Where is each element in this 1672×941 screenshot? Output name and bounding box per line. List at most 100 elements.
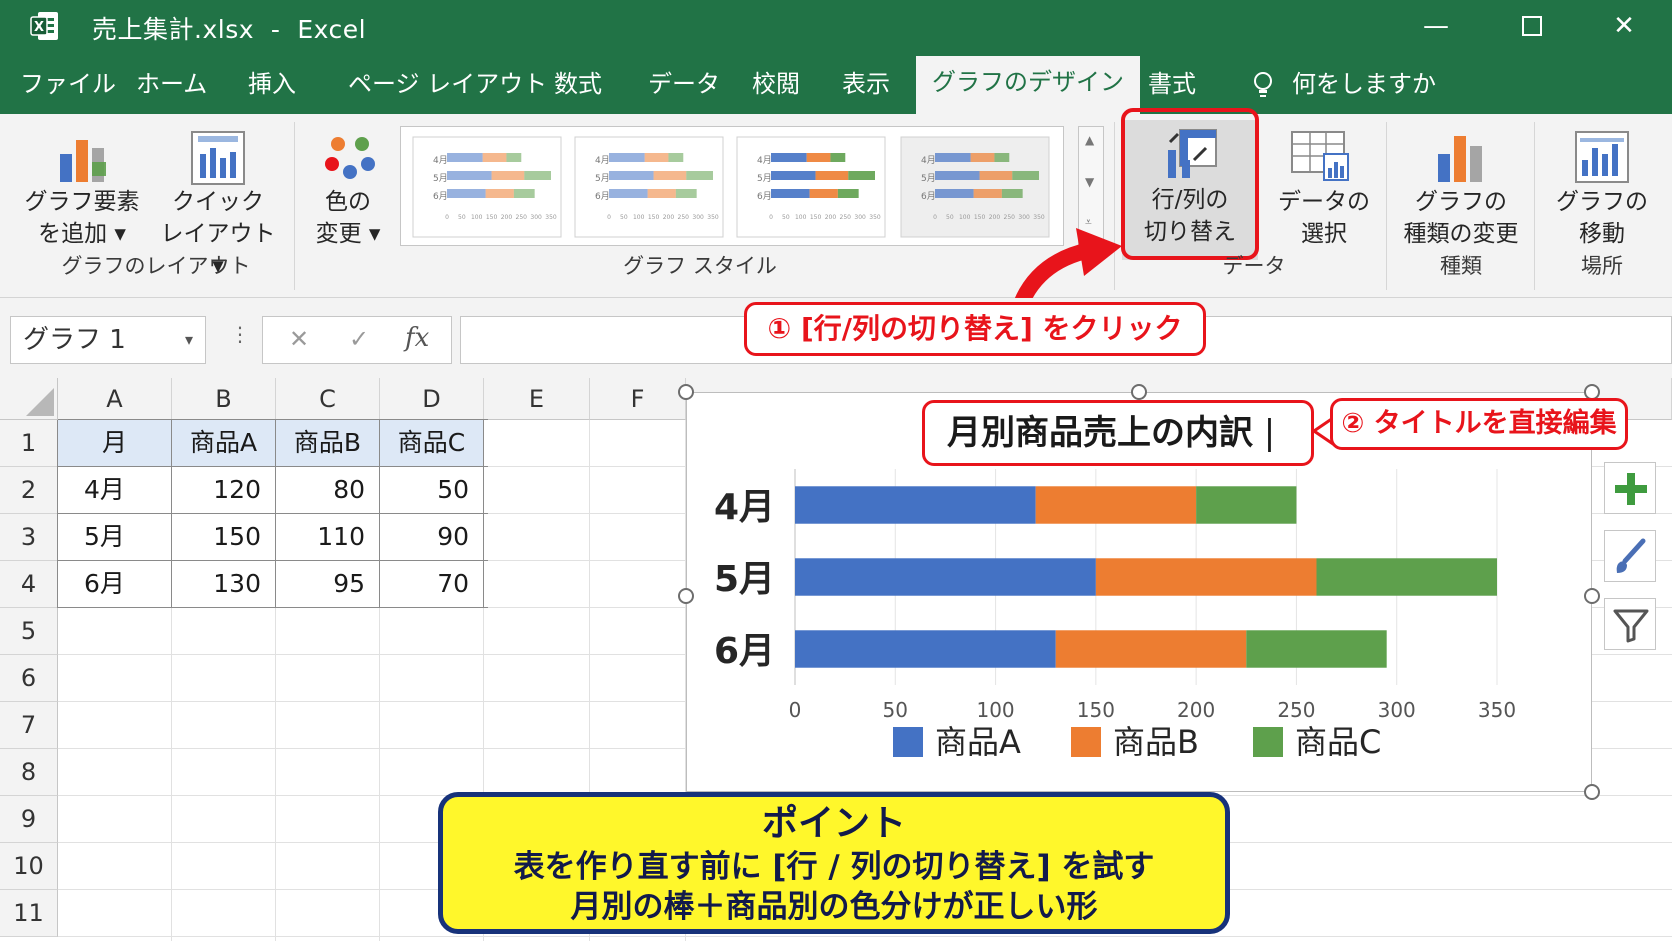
thumb-bar	[771, 189, 810, 198]
maximize-button[interactable]	[1502, 0, 1562, 52]
table-header-cell[interactable]: 商品A	[172, 420, 275, 466]
table-cell[interactable]: 120	[172, 467, 275, 513]
column-header-c[interactable]: C	[276, 378, 380, 420]
row-header-3[interactable]: 3	[0, 514, 58, 561]
resize-handle[interactable]	[1584, 588, 1600, 604]
table-cell[interactable]: 50	[380, 467, 483, 513]
thumb-bar	[1001, 189, 1023, 198]
chart-title-edit-box[interactable]: 月別商品売上の内訳 |	[922, 400, 1314, 466]
chart-filters-button[interactable]	[1604, 598, 1656, 650]
column-header-f[interactable]: F	[590, 378, 686, 420]
x-tick-label: 150	[1077, 698, 1115, 722]
column-header-b[interactable]: B	[172, 378, 276, 420]
select-all-corner[interactable]	[0, 378, 58, 420]
thumb-tick: 150	[810, 214, 822, 221]
x-tick-label: 0	[789, 698, 802, 722]
thumb-bar	[806, 153, 831, 162]
chart-style-thumbnails[interactable]: 4月5月6月0 50 100 150 200 250 300 3504月5月6月0 50 100 1…	[401, 127, 1065, 247]
tab-view[interactable]: 表示	[842, 64, 890, 104]
legend-label: 商品A	[935, 723, 1021, 761]
select-data-label: データの 選択	[1278, 189, 1370, 247]
table-cell[interactable]: 150	[172, 514, 275, 560]
formula-buttons: ✕ ✓ fx	[262, 316, 452, 364]
table-header-cell[interactable]: 月	[58, 420, 171, 466]
thumb-bar	[482, 153, 507, 162]
chart-style-thumbnail	[736, 136, 886, 238]
add-chart-element-button[interactable]: グラフ要素 を追加 ▾	[20, 124, 144, 264]
resize-handle[interactable]	[678, 588, 694, 604]
table-cell[interactable]: 90	[380, 514, 483, 560]
chart-elements-button[interactable]	[1604, 462, 1656, 514]
tab-home[interactable]: ホーム	[136, 64, 207, 104]
resize-handle[interactable]	[1131, 384, 1147, 400]
row-header-7[interactable]: 7	[0, 702, 58, 749]
tab-format[interactable]: 書式	[1148, 64, 1196, 104]
minimize-button[interactable]: —	[1406, 0, 1466, 52]
chart-styles-gallery[interactable]: 4月 5月 6月 0 50 100 150 200 250 300 350 4月 5月 6月 0 50 100 1…	[400, 126, 1064, 246]
name-box[interactable]: グラフ 1 ▾	[10, 316, 206, 364]
tab-data[interactable]: データ	[648, 64, 720, 104]
gallery-more-icon[interactable]: ⩡	[1085, 215, 1092, 230]
table-header-cell[interactable]: 商品B	[276, 420, 379, 466]
column-header-e[interactable]: E	[484, 378, 590, 420]
scroll-down-icon[interactable]: ▼	[1085, 175, 1094, 189]
table-cell[interactable]: 70	[380, 561, 483, 607]
tab-formulas[interactable]: 数式	[554, 64, 602, 104]
select-data-button[interactable]: データの 選択	[1264, 124, 1384, 264]
thumb-bar	[830, 153, 846, 162]
change-chart-type-button[interactable]: グラフの 種類の変更	[1394, 124, 1528, 264]
close-button[interactable]: ✕	[1594, 0, 1654, 52]
cancel-icon[interactable]: ✕	[289, 325, 309, 353]
tell-me-search[interactable]: 何をしますか	[1292, 64, 1436, 104]
table-cell[interactable]: 95	[276, 561, 379, 607]
column-header-d[interactable]: D	[380, 378, 484, 420]
row-header-10[interactable]: 10	[0, 843, 58, 890]
table-cell[interactable]: 6月	[58, 561, 171, 607]
chart-styles-button[interactable]	[1604, 530, 1656, 582]
ribbon-tabs: ファイル ホーム 挿入 ページ レイアウト 数式 データ 校閲 表示 グラフのデ…	[0, 52, 1672, 114]
tab-file[interactable]: ファイル	[20, 64, 116, 104]
table-cell[interactable]: 110	[276, 514, 379, 560]
row-header-2[interactable]: 2	[0, 467, 58, 514]
resize-handle[interactable]	[1584, 784, 1600, 800]
name-box-dropdown-icon[interactable]: ▾	[185, 317, 193, 363]
plus-icon	[1615, 473, 1647, 505]
table-cell[interactable]: 5月	[58, 514, 171, 560]
chart-element-icon	[56, 132, 108, 188]
thumb-bar	[668, 153, 684, 162]
thumb-bar	[935, 189, 974, 198]
gallery-scroll[interactable]: ▲ ▼ ⩡	[1078, 126, 1104, 246]
tab-insert[interactable]: 挿入	[248, 64, 296, 104]
row-header-1[interactable]: 1	[0, 420, 58, 467]
table-cell[interactable]: 130	[172, 561, 275, 607]
table-cell[interactable]: 4月	[58, 467, 171, 513]
move-chart-button[interactable]: グラフの 移動	[1540, 124, 1664, 264]
thumb-label: 4月	[757, 155, 772, 166]
title-bar: X 売上集計.xlsx - Excel — ✕	[0, 0, 1672, 52]
row-header-6[interactable]: 6	[0, 655, 58, 702]
row-header-8[interactable]: 8	[0, 749, 58, 796]
tab-page-layout[interactable]: ページ レイアウト	[348, 64, 547, 104]
row-header-11[interactable]: 11	[0, 890, 58, 937]
tab-chart-design[interactable]: グラフのデザイン	[916, 56, 1140, 114]
column-header-a[interactable]: A	[58, 378, 172, 420]
group-label-type: 種類	[1440, 254, 1482, 278]
group-label-layout: グラフのレイアウト	[61, 254, 251, 278]
table-border	[379, 420, 380, 608]
bar-商品B-6月	[1055, 630, 1247, 668]
change-colors-label: 色の 変更 ▾	[315, 189, 381, 247]
quick-layout-button[interactable]: クイック レイアウト ▾	[156, 124, 280, 279]
row-header-5[interactable]: 5	[0, 608, 58, 655]
insert-function-icon[interactable]: fx	[405, 323, 429, 353]
change-colors-button[interactable]: 色の 変更 ▾	[302, 124, 394, 264]
enter-icon[interactable]: ✓	[349, 325, 369, 353]
resize-handle[interactable]	[678, 384, 694, 400]
more-options-icon[interactable]: ⋮	[230, 322, 250, 346]
row-header-4[interactable]: 4	[0, 561, 58, 608]
thumb-bar	[848, 171, 875, 180]
table-header-cell[interactable]: 商品C	[380, 420, 483, 466]
row-header-9[interactable]: 9	[0, 796, 58, 843]
scroll-up-icon[interactable]: ▲	[1085, 133, 1094, 147]
tab-review[interactable]: 校閲	[752, 64, 800, 104]
table-cell[interactable]: 80	[276, 467, 379, 513]
